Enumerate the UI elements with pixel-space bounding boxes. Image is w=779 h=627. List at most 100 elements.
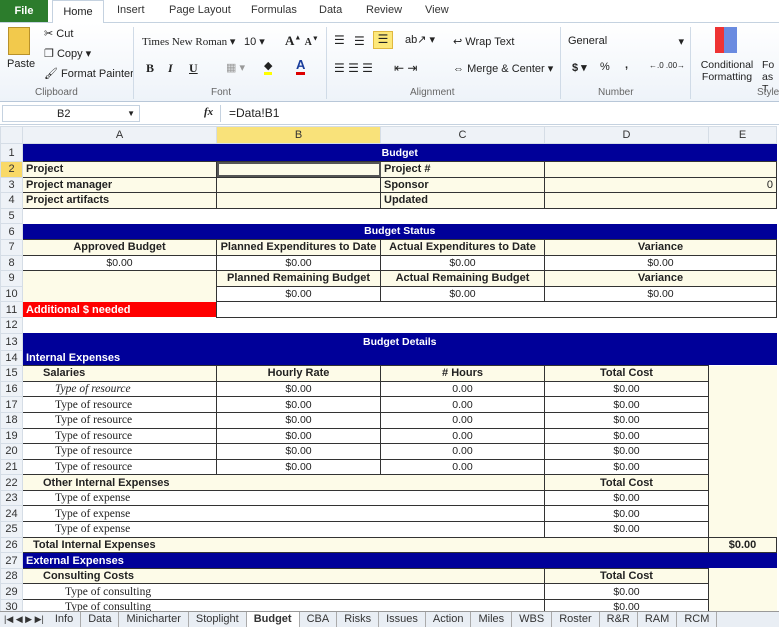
cell[interactable]	[22, 270, 217, 287]
value-cell[interactable]: 0	[544, 176, 777, 194]
name-box[interactable]: B2 ▼	[2, 105, 140, 122]
row-header[interactable]: 26	[0, 536, 23, 554]
label-cell[interactable]: Type of resource	[22, 427, 217, 445]
comma-button[interactable]: ,	[625, 59, 628, 71]
shrink-font-icon[interactable]: A▼	[305, 35, 319, 48]
cell[interactable]: $0.00	[544, 443, 709, 460]
row-header[interactable]: 29	[0, 583, 23, 601]
currency-button[interactable]: $ ▾	[572, 61, 587, 74]
sheet-tab-risks[interactable]: Risks	[337, 612, 380, 627]
row-header[interactable]: 18	[0, 411, 23, 429]
cell[interactable]: Actual Expenditures to Date	[380, 238, 545, 256]
row-header[interactable]: 7	[0, 238, 23, 256]
cell[interactable]	[708, 412, 777, 428]
wrap-text-button[interactable]: ↩ Wrap Text	[453, 35, 514, 48]
cell[interactable]: $0.00	[216, 396, 381, 413]
sheet-tab-minicharter[interactable]: Minicharter	[119, 612, 189, 627]
cell[interactable]	[708, 583, 777, 600]
cell[interactable]: $0.00	[216, 427, 381, 445]
label-cell[interactable]: Project artifacts	[22, 192, 217, 209]
cell[interactable]: Total Cost	[544, 474, 709, 491]
cell[interactable]: $0.00	[544, 505, 709, 523]
sheet-tab-info[interactable]: Info	[48, 612, 82, 627]
cell[interactable]: $0.00	[216, 458, 381, 476]
copy-button[interactable]: ❐ Copy ▾	[44, 47, 91, 60]
row-header[interactable]: 16	[0, 380, 23, 398]
row-header[interactable]: 20	[0, 443, 23, 460]
cell[interactable]: $0.00	[380, 285, 545, 303]
paste-button[interactable]: Paste	[7, 58, 35, 70]
cell[interactable]: $0.00	[544, 521, 709, 538]
sheet-tab-stoplight[interactable]: Stoplight	[189, 612, 247, 627]
label-cell[interactable]: Type of expense	[22, 505, 545, 523]
row-header[interactable]: 24	[0, 505, 23, 523]
label-cell[interactable]: Type of consulting	[22, 583, 545, 601]
cell[interactable]: 0.00	[380, 458, 545, 476]
cell[interactable]: 0.00	[380, 443, 545, 460]
percent-button[interactable]: %	[600, 61, 610, 73]
row-header[interactable]: 22	[0, 474, 23, 491]
tab-home[interactable]: Home	[52, 0, 104, 24]
row-header[interactable]: 14	[0, 349, 23, 367]
align-top-icon[interactable]: ☰	[334, 33, 345, 47]
row-header[interactable]: 19	[0, 427, 23, 445]
cell[interactable]: $0.00	[216, 411, 381, 429]
cell[interactable]: $0.00	[544, 411, 709, 429]
formula-input[interactable]: =Data!B1	[220, 105, 776, 122]
cell[interactable]	[708, 521, 777, 538]
label-cell[interactable]: Other Internal Expenses	[22, 474, 545, 491]
label-cell[interactable]: Project	[22, 161, 217, 178]
cell[interactable]: $0.00	[216, 443, 381, 460]
cut-button[interactable]: ✂ Cut	[44, 27, 73, 40]
cell[interactable]	[708, 428, 777, 444]
cell[interactable]: 0.00	[380, 380, 545, 398]
fill-color-icon[interactable]: ◆	[264, 59, 273, 75]
tab-insert[interactable]: Insert	[117, 4, 145, 16]
tab-review[interactable]: Review	[366, 4, 402, 16]
row-header[interactable]: 28	[0, 567, 23, 585]
cell[interactable]	[708, 568, 777, 584]
label-cell[interactable]: Project manager	[22, 176, 217, 194]
tab-data[interactable]: Data	[319, 4, 342, 16]
cell[interactable]	[708, 396, 777, 413]
label-cell[interactable]: Type of expense	[22, 489, 545, 507]
sheet-tab-data[interactable]: Data	[81, 612, 120, 627]
cell[interactable]: Total Cost	[544, 365, 709, 382]
sheet-tab-wbs[interactable]: WBS	[512, 612, 553, 627]
cell[interactable]: $0.00	[544, 380, 709, 398]
merge-center-button[interactable]: ⇔ Merge & Center ▾	[453, 62, 553, 75]
conditional-formatting-icon[interactable]	[715, 27, 737, 53]
column-header-e[interactable]: E	[708, 126, 777, 144]
align-left-icon[interactable]: ☰ ☰ ☰	[334, 61, 373, 75]
label-cell[interactable]: Type of resource	[22, 411, 217, 429]
row-header[interactable]: 21	[0, 458, 23, 476]
cell[interactable]: $0.00	[380, 254, 545, 272]
value-cell[interactable]	[216, 161, 381, 178]
underline-button[interactable]: U	[189, 61, 198, 76]
cell[interactable]: $0.00	[544, 396, 709, 413]
cell[interactable]	[708, 381, 777, 397]
column-header-c[interactable]: C	[380, 126, 545, 144]
row-header[interactable]: 5	[0, 207, 23, 225]
align-middle-icon[interactable]: ☰	[354, 34, 365, 48]
sheet-tab-ram[interactable]: RAM	[638, 612, 678, 627]
row-header[interactable]: 15	[0, 365, 23, 382]
label-cell[interactable]: Type of resource	[22, 443, 217, 460]
cell[interactable]: $0.00	[544, 254, 777, 272]
grow-font-icon[interactable]: A▲ A▼	[285, 33, 319, 49]
tab-file[interactable]: File	[0, 0, 48, 22]
value-cell[interactable]	[544, 161, 777, 178]
cell[interactable]	[708, 459, 777, 475]
font-size-select[interactable]: 10 ▾	[244, 35, 265, 48]
section-header[interactable]: External Expenses	[22, 552, 777, 569]
sheet-tab-budget[interactable]: Budget	[246, 612, 300, 627]
empty-row[interactable]	[23, 208, 777, 224]
sheet-tab-action[interactable]: Action	[426, 612, 472, 627]
italic-button[interactable]: I	[168, 61, 173, 76]
label-cell[interactable]: Type of resource	[22, 396, 217, 413]
row-header[interactable]: 11	[0, 301, 23, 318]
label-cell[interactable]: Type of expense	[22, 521, 545, 538]
row-header[interactable]: 1	[0, 143, 23, 162]
sheet-nav-icons[interactable]: |◀ ◀ ▶ ▶|	[0, 612, 48, 627]
cell[interactable]: $0.00	[216, 380, 381, 398]
